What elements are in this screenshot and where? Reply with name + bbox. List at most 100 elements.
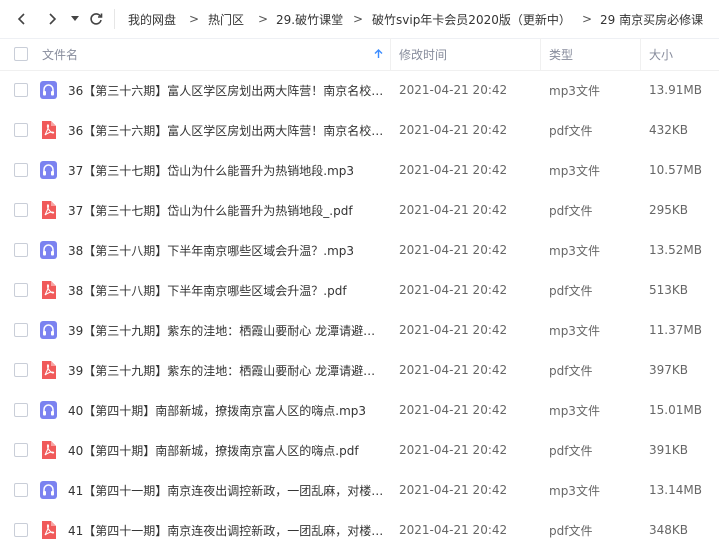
file-row[interactable]: 36【第三十六期】富人区学区房划出两大阵营！南京名校学区房.mp3 2021-0… xyxy=(0,70,719,110)
headphones-icon xyxy=(40,161,57,179)
file-size: 513KB xyxy=(649,283,689,297)
file-name[interactable]: 37【第三十七期】岱山为什么能晋升为热销地段_.pdf xyxy=(68,190,384,230)
file-modified-time: 2021-04-21 20:42 xyxy=(399,323,508,337)
pdf-icon xyxy=(40,521,57,539)
sort-ascending-icon[interactable] xyxy=(374,38,383,70)
divider xyxy=(114,9,115,29)
file-row[interactable]: 41【第四十一期】南京连夜出调控新政，一团乱麻，对楼市影响.pdf 2021-0… xyxy=(0,510,719,550)
file-name[interactable]: 39【第三十九期】紫东的洼地：栖霞山要耐心 龙潭请避开.pdf xyxy=(68,350,384,390)
file-size: 391KB xyxy=(649,443,689,457)
headphones-icon xyxy=(40,81,57,99)
breadcrumb-item-1[interactable]: 热门区 xyxy=(208,0,244,38)
file-name[interactable]: 37【第三十七期】岱山为什么能晋升为热销地段.mp3 xyxy=(68,150,384,190)
select-all-checkbox[interactable] xyxy=(14,47,28,61)
pdf-icon xyxy=(40,201,57,219)
row-checkbox[interactable] xyxy=(14,163,28,177)
file-row[interactable]: 39【第三十九期】紫东的洼地：栖霞山要耐心 龙潭请避开.pdf 2021-04-… xyxy=(0,350,719,390)
refresh-icon xyxy=(90,13,103,25)
file-name[interactable]: 40【第四十期】南部新城，撩拨南京富人区的嗨点.pdf xyxy=(68,430,384,470)
file-modified-time: 2021-04-21 20:42 xyxy=(399,523,508,537)
file-name[interactable]: 41【第四十一期】南京连夜出调控新政，一团乱麻，对楼市影响.pdf xyxy=(68,510,384,550)
column-divider xyxy=(540,38,541,70)
file-type: mp3文件 xyxy=(549,403,600,418)
file-row[interactable]: 39【第三十九期】紫东的洼地：栖霞山要耐心 龙潭请避开.mp3 2021-04-… xyxy=(0,310,719,350)
chevron-left-icon xyxy=(17,13,25,25)
file-size: 295KB xyxy=(649,203,689,217)
file-row[interactable]: 37【第三十七期】岱山为什么能晋升为热销地段.mp3 2021-04-21 20… xyxy=(0,150,719,190)
file-type: mp3文件 xyxy=(549,323,600,338)
headphones-icon xyxy=(40,401,57,419)
file-modified-time: 2021-04-21 20:42 xyxy=(399,203,508,217)
column-header-type[interactable]: 类型 xyxy=(549,38,573,70)
row-checkbox[interactable] xyxy=(14,363,28,377)
file-size: 15.01MB xyxy=(649,403,702,417)
history-dropdown-button[interactable] xyxy=(68,0,82,38)
column-header-name[interactable]: 文件名 xyxy=(42,38,78,70)
row-checkbox[interactable] xyxy=(14,323,28,337)
file-row[interactable]: 36【第三十六期】富人区学区房划出两大阵营！南京名校学区房.pdf 2021-0… xyxy=(0,110,719,150)
column-divider xyxy=(640,38,641,70)
file-type: pdf文件 xyxy=(549,363,593,378)
file-type: pdf文件 xyxy=(549,123,593,138)
breadcrumb-item-3[interactable]: 破竹svip年卡会员2020版（更新中） xyxy=(372,0,571,38)
refresh-button[interactable] xyxy=(86,0,106,38)
file-modified-time: 2021-04-21 20:42 xyxy=(399,83,508,97)
row-checkbox[interactable] xyxy=(14,443,28,457)
file-size: 13.52MB xyxy=(649,243,702,257)
pdf-icon xyxy=(40,121,57,139)
file-row[interactable]: 38【第三十八期】下半年南京哪些区域会升温？.mp3 2021-04-21 20… xyxy=(0,230,719,270)
breadcrumb-item-2[interactable]: 29.破竹课堂 xyxy=(276,0,343,38)
file-modified-time: 2021-04-21 20:42 xyxy=(399,483,508,497)
chevron-right-icon xyxy=(49,13,57,25)
file-row[interactable]: 40【第四十期】南部新城，撩拨南京富人区的嗨点.pdf 2021-04-21 2… xyxy=(0,430,719,470)
breadcrumb-separator: > xyxy=(189,12,200,26)
file-type: pdf文件 xyxy=(549,203,593,218)
file-name[interactable]: 36【第三十六期】富人区学区房划出两大阵营！南京名校学区房.pdf xyxy=(68,110,384,150)
file-type: mp3文件 xyxy=(549,483,600,498)
pdf-icon xyxy=(40,281,57,299)
file-row[interactable]: 37【第三十七期】岱山为什么能晋升为热销地段_.pdf 2021-04-21 2… xyxy=(0,190,719,230)
file-size: 348KB xyxy=(649,523,689,537)
file-type: pdf文件 xyxy=(549,443,593,458)
row-checkbox[interactable] xyxy=(14,203,28,217)
forward-button[interactable] xyxy=(44,0,60,38)
row-checkbox[interactable] xyxy=(14,403,28,417)
column-header-modified[interactable]: 修改时间 xyxy=(399,38,447,70)
caret-down-icon xyxy=(71,16,79,21)
headphones-icon xyxy=(40,321,57,339)
file-name[interactable]: 36【第三十六期】富人区学区房划出两大阵营！南京名校学区房.mp3 xyxy=(68,70,384,110)
file-type: mp3文件 xyxy=(549,83,600,98)
toolbar: 我的网盘 > 热门区 > 29.破竹课堂 > 破竹svip年卡会员2020版（更… xyxy=(0,0,719,39)
file-modified-time: 2021-04-21 20:42 xyxy=(399,283,508,297)
file-row[interactable]: 38【第三十八期】下半年南京哪些区域会升温？.pdf 2021-04-21 20… xyxy=(0,270,719,310)
file-type: pdf文件 xyxy=(549,283,593,298)
file-name[interactable]: 38【第三十八期】下半年南京哪些区域会升温？.mp3 xyxy=(68,230,384,270)
file-row[interactable]: 41【第四十一期】南京连夜出调控新政，一团乱麻，对楼市影响.mp3 2021-0… xyxy=(0,470,719,510)
file-size: 10.57MB xyxy=(649,163,702,177)
file-name[interactable]: 38【第三十八期】下半年南京哪些区域会升温？.pdf xyxy=(68,270,384,310)
file-name[interactable]: 40【第四十期】南部新城，撩拨南京富人区的嗨点.mp3 xyxy=(68,390,384,430)
file-modified-time: 2021-04-21 20:42 xyxy=(399,163,508,177)
breadcrumb-item-0[interactable]: 我的网盘 xyxy=(128,0,176,38)
column-divider xyxy=(390,38,391,70)
column-header-size[interactable]: 大小 xyxy=(649,38,673,70)
breadcrumb-separator: > xyxy=(258,12,269,26)
back-button[interactable] xyxy=(12,0,32,38)
pdf-icon xyxy=(40,441,57,459)
row-checkbox[interactable] xyxy=(14,83,28,97)
headphones-icon xyxy=(40,481,57,499)
file-size: 397KB xyxy=(649,363,689,377)
row-checkbox[interactable] xyxy=(14,283,28,297)
file-size: 432KB xyxy=(649,123,689,137)
file-name[interactable]: 39【第三十九期】紫东的洼地：栖霞山要耐心 龙潭请避开.mp3 xyxy=(68,310,384,350)
file-type: mp3文件 xyxy=(549,163,600,178)
file-name[interactable]: 41【第四十一期】南京连夜出调控新政，一团乱麻，对楼市影响.mp3 xyxy=(68,470,384,510)
row-checkbox[interactable] xyxy=(14,483,28,497)
row-checkbox[interactable] xyxy=(14,123,28,137)
breadcrumb-separator: > xyxy=(353,12,364,26)
row-checkbox[interactable] xyxy=(14,523,28,537)
row-checkbox[interactable] xyxy=(14,243,28,257)
breadcrumb-separator: > xyxy=(582,12,593,26)
file-row[interactable]: 40【第四十期】南部新城，撩拨南京富人区的嗨点.mp3 2021-04-21 2… xyxy=(0,390,719,430)
file-modified-time: 2021-04-21 20:42 xyxy=(399,243,508,257)
